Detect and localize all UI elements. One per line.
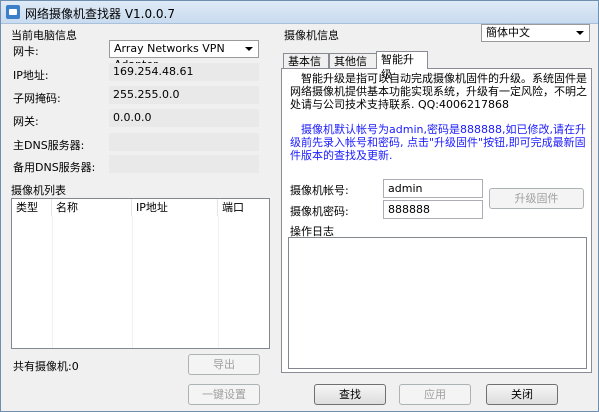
upgrade-firmware-button[interactable]: 升级固件: [489, 188, 584, 209]
window-title: 网络摄像机查找器 V1.0.0.7: [25, 7, 176, 21]
dns1-label: 主DNS服务器:: [13, 139, 85, 152]
col-ip[interactable]: IP地址: [132, 199, 218, 216]
chevron-down-icon[interactable]: [242, 41, 256, 57]
upgrade-description: 智能升级是指可以自动完成摄像机固件的升级。系统固件是网络摄像机提供基本功能实现系…: [290, 72, 587, 111]
col-divider: [218, 216, 219, 348]
app-icon: [6, 5, 20, 19]
tab-other-info[interactable]: 其他信息: [329, 53, 377, 83]
main-window: 网络摄像机查找器 V1.0.0.7 当前电脑信息 网卡: Array Netwo…: [0, 0, 599, 412]
ip-field: 169.254.48.61: [109, 63, 259, 81]
nic-label: 网卡:: [13, 45, 39, 58]
col-divider: [52, 216, 53, 348]
camera-count: 共有摄像机:0: [13, 360, 79, 373]
one-key-setup-button[interactable]: 一键设置: [188, 384, 260, 405]
col-port[interactable]: 端口: [218, 199, 269, 216]
gateway-field: 0.0.0.0: [109, 109, 259, 127]
operation-log[interactable]: [288, 237, 587, 369]
password-label: 摄像机密码:: [290, 205, 349, 218]
upgrade-instructions: 摄像机默认帐号为admin,密码是888888,如已修改,请在升级前先录入帐号和…: [290, 123, 586, 162]
mask-label: 子网掩码:: [13, 92, 61, 105]
pc-info-heading: 当前电脑信息: [11, 29, 77, 42]
camera-list[interactable]: 类型 名称 IP地址 端口: [11, 198, 270, 349]
language-value: 簡体中文: [486, 26, 530, 39]
mask-field: 255.255.0.0: [109, 86, 259, 104]
export-button[interactable]: 导出: [188, 354, 260, 375]
col-type[interactable]: 类型: [12, 199, 52, 216]
col-name[interactable]: 名称: [52, 199, 132, 216]
nic-select[interactable]: Array Networks VPN Adapter: [109, 40, 259, 71]
close-button[interactable]: 关闭: [486, 384, 558, 405]
dns2-field: [109, 155, 259, 173]
camera-list-heading: 摄像机列表: [11, 184, 66, 197]
apply-button[interactable]: 应用: [399, 384, 471, 405]
ip-label: IP地址:: [13, 69, 49, 82]
tab-basic-info[interactable]: 基本信息: [283, 53, 329, 83]
search-button[interactable]: 查找: [314, 384, 386, 405]
account-input[interactable]: admin: [383, 179, 483, 198]
account-label: 摄像机帐号:: [290, 184, 349, 197]
col-divider: [132, 216, 133, 348]
password-input[interactable]: 888888: [383, 200, 483, 219]
dns2-label: 备用DNS服务器:: [13, 161, 96, 174]
language-select[interactable]: 簡体中文: [481, 24, 590, 42]
camera-info-heading: 摄像机信息: [284, 29, 339, 42]
smart-upgrade-pane: 智能升级是指可以自动完成摄像机固件的升级。系统固件是网络摄像机提供基本功能实现系…: [281, 68, 592, 373]
dns1-field: [109, 133, 259, 151]
title-bar: 网络摄像机查找器 V1.0.0.7: [1, 1, 598, 24]
gateway-label: 网关:: [13, 115, 39, 128]
tab-smart-upgrade[interactable]: 智能升级: [376, 51, 428, 81]
chevron-down-icon[interactable]: [573, 25, 587, 41]
